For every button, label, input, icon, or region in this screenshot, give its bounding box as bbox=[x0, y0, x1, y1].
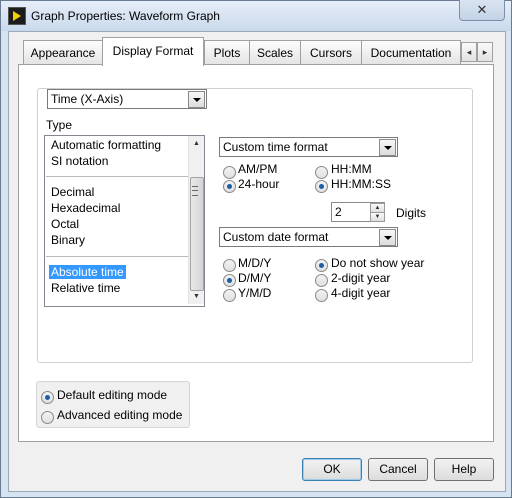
date-format-select[interactable]: Custom date format bbox=[219, 227, 398, 247]
window-title: Graph Properties: Waveform Graph bbox=[31, 9, 220, 23]
time-format-select[interactable]: Custom time format bbox=[219, 137, 398, 157]
radio-advanced-editing-mode[interactable] bbox=[41, 411, 54, 424]
digits-value[interactable]: 2 bbox=[335, 205, 342, 219]
radio-label-d-m-y: D/M/Y bbox=[238, 271, 272, 285]
axis-select[interactable]: Time (X-Axis) bbox=[47, 89, 207, 109]
tab-documentation[interactable]: Documentation bbox=[361, 40, 461, 65]
radio-label-do-not-show-year: Do not show year bbox=[331, 256, 425, 270]
list-item-si-notation[interactable]: SI notation bbox=[51, 154, 108, 168]
list-item-octal[interactable]: Octal bbox=[51, 217, 79, 231]
radio-m-d-y[interactable] bbox=[223, 259, 236, 272]
radio-label-2-digit-year: 2-digit year bbox=[331, 271, 391, 285]
list-item-binary[interactable]: Binary bbox=[51, 233, 85, 247]
axis-select-value: Time (X-Axis) bbox=[51, 92, 124, 106]
radio-label-am-pm: AM/PM bbox=[238, 162, 278, 176]
chevron-down-icon[interactable] bbox=[379, 229, 396, 246]
digits-label: Digits bbox=[396, 206, 427, 220]
list-scrollbar[interactable]: ▲ ▼ bbox=[188, 136, 204, 304]
scroll-down-icon[interactable]: ▼ bbox=[189, 289, 204, 304]
close-button[interactable]: ✕ bbox=[459, 0, 505, 21]
help-button[interactable]: Help bbox=[434, 458, 494, 481]
radio-label-4-digit-year: 4-digit year bbox=[331, 286, 391, 300]
ok-button[interactable]: OK bbox=[302, 458, 362, 481]
digits-stepper[interactable]: 2 ▲ ▼ bbox=[331, 202, 385, 222]
stepper-down-icon[interactable]: ▼ bbox=[370, 212, 385, 222]
radio-label-24-hour: 24-hour bbox=[238, 177, 280, 191]
list-divider bbox=[46, 176, 188, 177]
labview-app-icon bbox=[8, 7, 26, 25]
tab-plots[interactable]: Plots bbox=[204, 40, 250, 65]
list-item-hexadecimal[interactable]: Hexadecimal bbox=[51, 201, 120, 215]
radio-label-default-editing-mode: Default editing mode bbox=[57, 388, 168, 402]
radio-hh-mm-ss[interactable] bbox=[315, 180, 328, 193]
tab-scales[interactable]: Scales bbox=[249, 40, 301, 65]
tab-cursors[interactable]: Cursors bbox=[300, 40, 362, 65]
tab-display-format[interactable]: Display Format bbox=[102, 37, 204, 66]
list-item-relative-time[interactable]: Relative time bbox=[51, 281, 120, 295]
list-item-decimal[interactable]: Decimal bbox=[51, 185, 94, 199]
radio-label-hh-mm: HH:MM bbox=[331, 162, 372, 176]
radio-hh-mm[interactable] bbox=[315, 166, 328, 179]
radio-4-digit-year[interactable] bbox=[315, 289, 328, 302]
time-format-value: Custom time format bbox=[223, 140, 328, 154]
list-divider bbox=[46, 256, 188, 257]
tab-scroll-left-icon[interactable]: ◂ bbox=[461, 42, 477, 62]
type-listbox[interactable]: Automatic formatting SI notation Decimal… bbox=[44, 135, 205, 307]
scroll-grip-icon bbox=[192, 186, 198, 196]
scroll-up-icon[interactable]: ▲ bbox=[189, 136, 204, 151]
tab-scroll-right-icon[interactable]: ▸ bbox=[477, 42, 493, 62]
radio-label-hh-mm-ss: HH:MM:SS bbox=[331, 177, 391, 191]
tab-appearance[interactable]: Appearance bbox=[23, 40, 103, 65]
list-item-automatic-formatting[interactable]: Automatic formatting bbox=[51, 138, 161, 152]
radio-y-m-d[interactable] bbox=[223, 289, 236, 302]
chevron-down-icon[interactable] bbox=[379, 139, 396, 156]
radio-do-not-show-year[interactable] bbox=[315, 259, 328, 272]
cancel-button[interactable]: Cancel bbox=[368, 458, 428, 481]
radio-2-digit-year[interactable] bbox=[315, 274, 328, 287]
radio-label-y-m-d: Y/M/D bbox=[238, 286, 272, 300]
radio-label-m-d-y: M/D/Y bbox=[238, 256, 272, 270]
radio-d-m-y[interactable] bbox=[223, 274, 236, 287]
date-format-value: Custom date format bbox=[223, 230, 329, 244]
radio-am-pm[interactable] bbox=[223, 166, 236, 179]
radio-default-editing-mode[interactable] bbox=[41, 391, 54, 404]
list-item-absolute-time[interactable]: Absolute time bbox=[49, 265, 126, 279]
chevron-down-icon[interactable] bbox=[188, 91, 205, 108]
type-label: Type bbox=[46, 118, 73, 132]
radio-24-hour[interactable] bbox=[223, 180, 236, 193]
radio-label-advanced-editing-mode: Advanced editing mode bbox=[57, 408, 183, 422]
